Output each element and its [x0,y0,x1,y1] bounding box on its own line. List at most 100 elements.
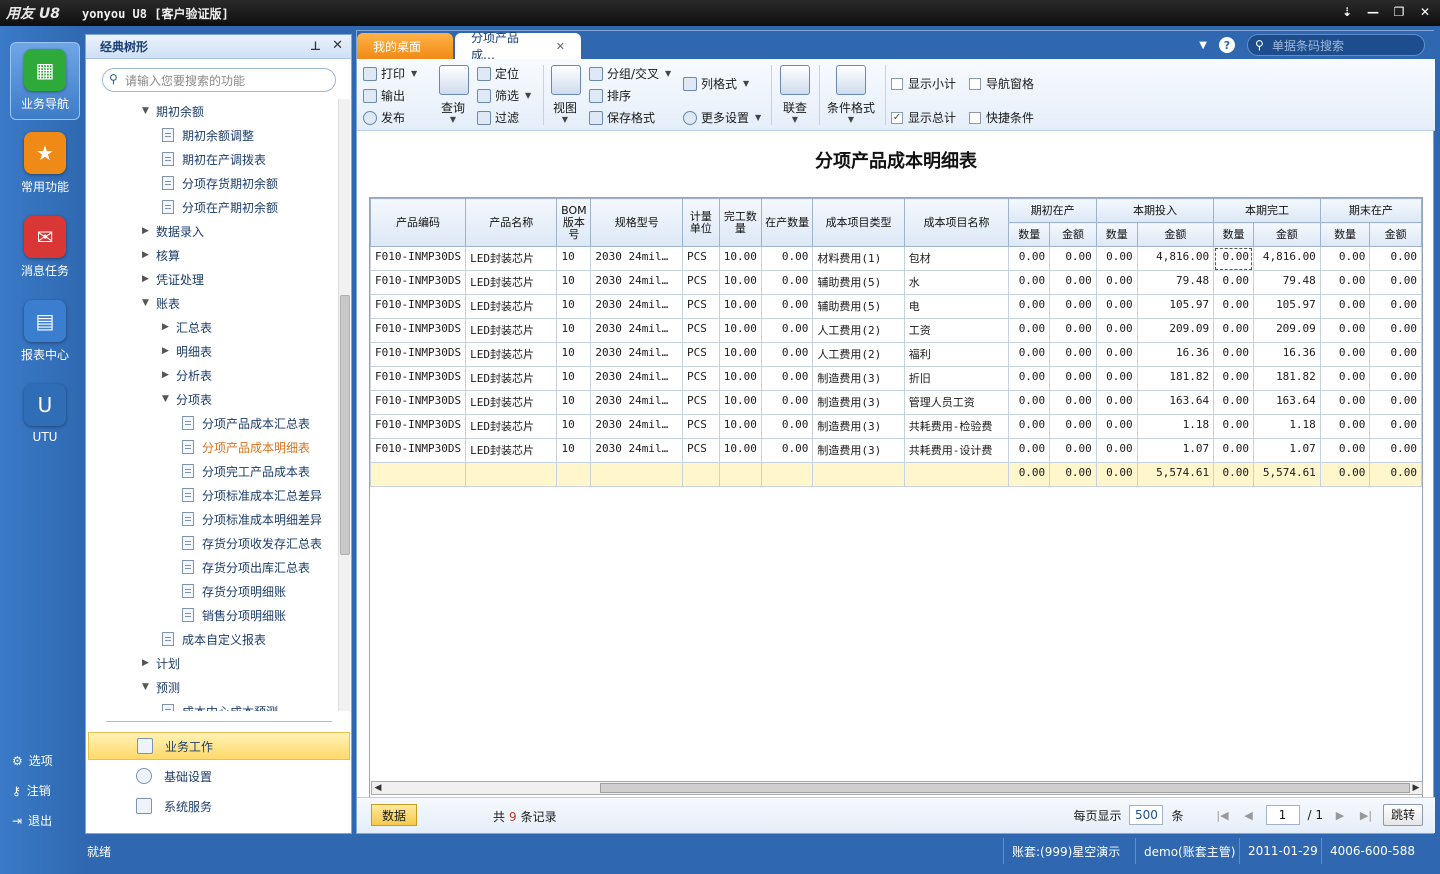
table-cell[interactable]: 10 [556,390,592,415]
filter-button[interactable]: 筛选 ▼ [477,87,531,104]
table-cell[interactable]: 0.00 [1213,294,1254,319]
table-cell[interactable]: F010-INMP30DS [370,246,467,271]
tree-item[interactable]: 分项标准成本汇总差异 [182,483,322,507]
table-cell[interactable]: 0.00 [1319,294,1371,319]
table-cell[interactable]: 0.00 [1213,318,1254,343]
table-cell[interactable]: F010-INMP30DS [370,342,467,367]
tree-search-input[interactable]: ⚲ 请输入您要搜索的功能 [102,68,336,92]
table-cell[interactable]: 制造费用(3) [812,438,905,463]
chevron-down-icon[interactable]: ▼ [142,298,156,308]
grid-scroll-thumb[interactable] [600,783,1410,793]
tree-item[interactable]: 存货分项收发存汇总表 [182,531,322,555]
table-cell[interactable]: 0.00 [1095,390,1138,415]
chevron-right-icon[interactable]: ▶ [142,274,156,284]
table-cell[interactable]: 0.00 [1319,246,1371,271]
minimize-button[interactable]: — [1364,3,1382,21]
data-button[interactable]: 数据 [371,804,417,826]
table-cell[interactable]: 0.00 [1319,390,1371,415]
table-cell[interactable]: 0.00 [1049,270,1097,295]
save-format-button[interactable]: 保存格式 [589,109,655,126]
table-cell[interactable]: PCS [682,438,720,463]
chevron-down-icon[interactable]: ▼ [142,682,156,692]
tree-item[interactable]: ▶ 明细表 [162,339,212,363]
table-cell[interactable]: LED封装芯片 [465,294,558,319]
tree-scrollbar[interactable] [338,99,350,711]
table-cell[interactable]: 管理人员工资 [903,390,1010,415]
table-cell[interactable]: 0.00 [1213,390,1254,415]
table-cell[interactable]: F010-INMP30DS [370,294,467,319]
rail-options[interactable]: ⚙ 选项 [12,752,53,769]
table-cell[interactable]: LED封装芯片 [465,342,558,367]
table-cell[interactable]: 0.00 [1008,414,1051,439]
table-cell[interactable]: 105.97 [1136,294,1215,319]
pin-icon[interactable]: ⊥ [310,39,321,53]
tree-item[interactable]: ▶ 计划 [142,651,180,675]
tree-item[interactable]: 分项产品成本明细表 [182,435,310,459]
table-cell[interactable]: PCS [682,246,720,271]
tab-product-cost-detail[interactable]: 分项产品成… ✕ [455,31,581,62]
rail-message-tasks[interactable]: ✉ 消息任务 [10,210,80,288]
grid-horizontal-scrollbar[interactable]: ◀ ▶ [371,781,1423,795]
table-cell[interactable]: 163.64 [1252,390,1321,415]
scroll-left-icon[interactable]: ◀ [372,782,384,794]
table-cell[interactable]: 10 [556,438,592,463]
chevron-down-icon[interactable]: ▼ [1199,40,1207,51]
table-cell[interactable]: 0.00 [1319,366,1371,391]
table-cell[interactable]: 0.00 [1049,414,1097,439]
col-header-qty[interactable]: 数量 [1213,222,1254,247]
print-button[interactable]: 打印 ▼ [363,65,417,82]
col-header-qty[interactable]: 数量 [1319,222,1371,247]
col-header-wip-qty[interactable]: 在产数量 [760,198,814,247]
table-cell[interactable]: 0.00 [1008,342,1051,367]
table-cell[interactable]: 0.00 [760,270,814,295]
table-cell[interactable]: 电 [903,294,1010,319]
table-cell[interactable]: 制造费用(3) [812,414,905,439]
table-cell[interactable]: 0.00 [1049,342,1097,367]
table-cell[interactable]: F010-INMP30DS [370,438,467,463]
table-cell[interactable]: 0.00 [1095,318,1138,343]
tab-my-desktop[interactable]: 我的桌面 [357,33,453,59]
tree-item[interactable]: 分项存货期初余额 [162,171,278,195]
table-cell[interactable]: 0.00 [1369,414,1422,439]
table-cell[interactable]: 2030 24mil… [590,390,684,415]
table-cell[interactable]: 0.00 [1213,414,1254,439]
tree-item[interactable]: 成本中心成本预测 [162,699,278,711]
table-cell[interactable]: 材料费用(1) [812,246,905,271]
table-cell[interactable]: PCS [682,414,720,439]
more-settings-button[interactable]: 更多设置 ▼ [683,109,761,126]
table-cell[interactable]: LED封装芯片 [465,414,558,439]
tree-item[interactable]: 成本自定义报表 [162,627,266,651]
table-cell[interactable]: 人工费用(2) [812,342,905,367]
col-header-unit[interactable]: 计量单位 [682,198,720,247]
table-cell[interactable]: 10 [556,294,592,319]
table-cell[interactable]: 0.00 [1369,294,1422,319]
table-cell[interactable]: 0.00 [1008,270,1051,295]
restore-button[interactable]: ❐ [1390,3,1408,21]
next-page-icon[interactable]: ▶ [1331,809,1349,822]
table-cell[interactable]: 福利 [903,342,1010,367]
table-cell[interactable]: 包材 [903,246,1010,271]
tree-item[interactable]: ▶ 凭证处理 [142,267,204,291]
table-cell[interactable]: 2030 24mil… [590,318,684,343]
rail-logout[interactable]: ⚷ 注销 [12,782,51,799]
tree-item[interactable]: ▼ 预测 [142,675,180,699]
table-cell[interactable]: 1.18 [1252,414,1321,439]
table-cell[interactable]: 工资 [903,318,1010,343]
table-cell[interactable]: 0.00 [1369,318,1422,343]
sort-button[interactable]: 排序 [589,87,631,104]
table-cell[interactable]: 105.97 [1252,294,1321,319]
table-cell[interactable]: 辅助费用(5) [812,294,905,319]
table-cell[interactable]: 0.00 [1369,270,1422,295]
table-cell[interactable]: 209.09 [1136,318,1215,343]
table-cell[interactable]: 10.00 [718,318,762,343]
tree-scroll-thumb[interactable] [340,295,350,555]
table-cell[interactable]: 4,816.00 [1136,246,1215,271]
column-format-button[interactable]: 列格式 ▼ [683,75,749,92]
table-cell[interactable]: 0.00 [1369,438,1422,463]
dropdown-window-button[interactable]: ⇣ [1338,3,1356,21]
table-cell[interactable]: 0.00 [1008,318,1051,343]
table-cell[interactable]: 0.00 [760,390,814,415]
table-cell[interactable]: 0.00 [1008,246,1051,271]
table-cell[interactable]: 10.00 [718,366,762,391]
jump-button[interactable]: 跳转 [1383,804,1423,826]
